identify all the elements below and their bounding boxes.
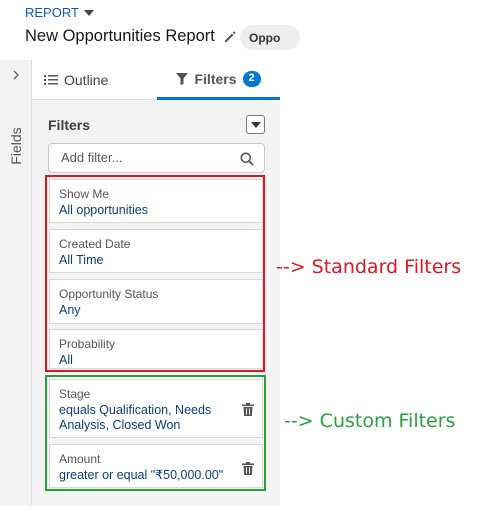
chevron-down-icon	[83, 10, 94, 16]
search-icon[interactable]	[240, 152, 254, 166]
chevron-down-icon	[251, 122, 261, 128]
tab-filters[interactable]: Filters 2	[157, 60, 280, 100]
pencil-icon[interactable]	[223, 30, 237, 44]
funnel-icon	[176, 72, 189, 85]
standard-filters-highlight	[45, 175, 265, 372]
list-icon	[44, 75, 58, 85]
fields-sidebar-toggle[interactable]: Fields	[0, 60, 32, 506]
add-filter-input[interactable]	[61, 150, 231, 165]
custom-filters-annotation: --> Custom Filters	[284, 410, 456, 432]
fields-label: Fields	[8, 127, 24, 165]
report-header: REPORT New Opportunities Report Oppo	[0, 0, 300, 60]
panel-tabs: Outline Filters 2	[32, 60, 280, 100]
report-type-menu[interactable]: REPORT	[25, 5, 94, 20]
standard-filters-annotation: --> Standard Filters	[276, 256, 462, 278]
filters-count-badge: 2	[242, 70, 261, 87]
add-filter-search	[48, 143, 265, 173]
report-type-pill: Oppo	[240, 25, 300, 50]
chevron-right-icon	[13, 70, 19, 80]
tab-outline[interactable]: Outline	[44, 60, 154, 100]
title-row: New Opportunities Report	[25, 27, 237, 46]
page-title: New Opportunities Report	[25, 27, 215, 45]
custom-filters-highlight	[45, 375, 266, 491]
tab-filters-label: Filters	[194, 70, 237, 87]
filters-heading: Filters	[48, 117, 91, 133]
report-type-label: REPORT	[25, 5, 79, 20]
tab-outline-label: Outline	[64, 72, 109, 88]
filters-menu-button[interactable]	[246, 115, 265, 134]
